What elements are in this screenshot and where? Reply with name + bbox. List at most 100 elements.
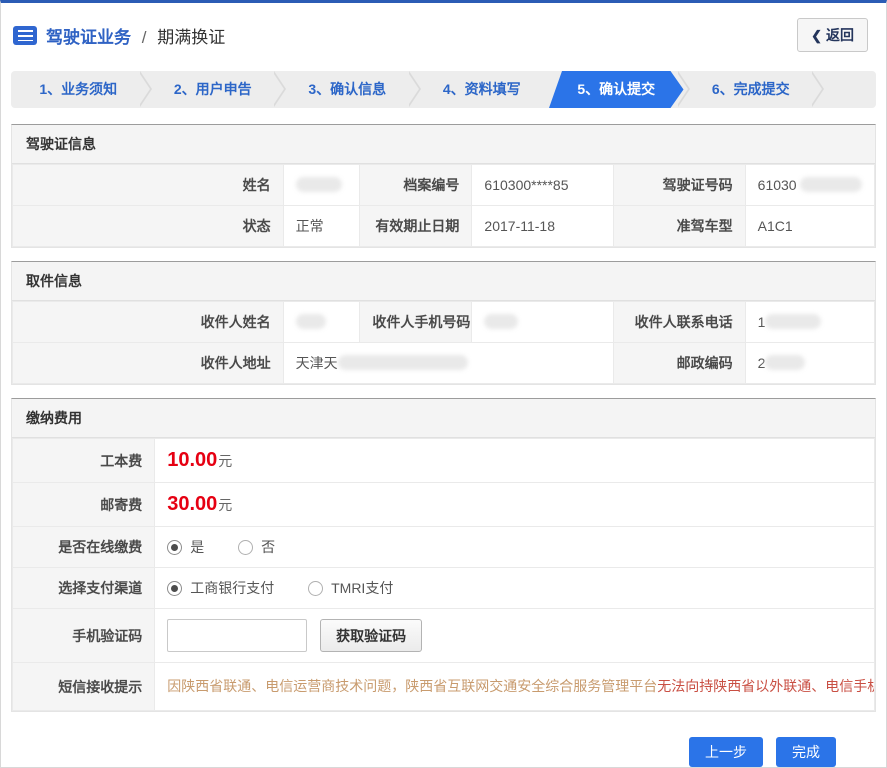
production-fee-amount: 10.00	[167, 449, 218, 471]
value-license-number: 61030	[744, 164, 876, 206]
step-wizard: 1、业务须知 2、用户申告 3、确认信息 4、资料填写 5、确认提交 6、完成提…	[11, 71, 876, 108]
radio-unselected-icon[interactable]	[238, 540, 254, 555]
redacted-value	[484, 314, 519, 329]
radio-label-tmri: TMRI支付	[331, 580, 394, 596]
sms-notice-part1: 因陕西省联通、电信运营商技术问题，陕西省互联网交通安全综合服务管理平台	[167, 678, 658, 694]
breadcrumb: 驾驶证业务 / 期满换证	[46, 23, 225, 48]
recipient-phone-visible: 1	[757, 314, 766, 330]
value-valid-until: 2017-11-18	[471, 205, 614, 247]
step-5-confirm-submit[interactable]: 5、确认提交	[549, 71, 684, 108]
redacted-value	[765, 355, 806, 370]
redacted-value	[337, 355, 468, 370]
radio-label-icbc: 工商银行支付	[190, 580, 275, 596]
label-sms-notice: 短信接收提示	[11, 662, 156, 711]
production-fee-unit: 元	[218, 453, 233, 469]
pickup-info-table: 收件人姓名 收件人手机号码 收件人联系电话 1 收件人地址 天津天 邮政编码 2	[12, 301, 876, 384]
label-recipient-address: 收件人地址	[12, 342, 284, 384]
label-name: 姓名	[12, 164, 284, 206]
value-online-payment: 是 否	[154, 526, 875, 568]
label-production-fee: 工本费	[11, 438, 156, 483]
step-6-complete-submit[interactable]: 6、完成提交	[675, 71, 819, 108]
radio-channel-tmri[interactable]: TMRI支付	[308, 580, 393, 596]
table-row: 是否在线缴费 是 否	[11, 526, 875, 568]
value-name	[282, 164, 361, 206]
radio-channel-icbc[interactable]: 工商银行支付	[167, 580, 274, 596]
table-row: 邮寄费 30.00元	[11, 482, 875, 527]
value-recipient-address: 天津天	[282, 342, 614, 384]
label-file-number: 档案编号	[359, 164, 473, 206]
recipient-address-visible: 天津天	[295, 355, 338, 371]
table-row: 收件人姓名 收件人手机号码 收件人联系电话 1	[12, 301, 876, 343]
label-mailing-fee: 邮寄费	[11, 482, 156, 527]
fees-table: 工本费 10.00元 邮寄费 30.00元 是否在线缴费 是 否 选择支付渠道	[11, 438, 875, 711]
value-payment-channel: 工商银行支付 TMRI支付	[154, 567, 875, 609]
license-number-visible: 61030	[757, 177, 797, 193]
table-row: 选择支付渠道 工商银行支付 TMRI支付	[11, 567, 875, 609]
radio-online-payment-yes[interactable]: 是	[167, 539, 204, 555]
value-recipient-phone: 1	[744, 301, 876, 343]
section-license-info: 驾驶证信息 姓名 档案编号 610300****85 驾驶证号码 61030 状…	[11, 124, 876, 248]
section-pickup-title: 取件信息	[12, 262, 875, 301]
value-recipient-name	[282, 301, 361, 343]
value-mailing-fee: 30.00元	[154, 482, 875, 527]
license-renewal-page: 驾驶证业务 / 期满换证 ❮ 返回 1、业务须知 2、用户申告 3、确认信息 4、…	[0, 0, 887, 768]
label-vehicle-class: 准驾车型	[612, 205, 746, 247]
breadcrumb-business: 驾驶证业务	[46, 27, 131, 47]
label-postal-code: 邮政编码	[612, 342, 746, 384]
table-row: 收件人地址 天津天 邮政编码 2	[12, 342, 876, 384]
table-row: 工本费 10.00元	[11, 438, 875, 483]
section-fees-title: 缴纳费用	[12, 399, 875, 438]
radio-unselected-icon[interactable]	[308, 581, 324, 596]
value-recipient-mobile	[471, 301, 614, 343]
radio-label-no: 否	[261, 539, 276, 555]
redacted-value	[800, 177, 863, 192]
redacted-value	[295, 314, 326, 329]
label-recipient-mobile: 收件人手机号码	[359, 301, 473, 343]
label-status: 状态	[12, 205, 284, 247]
finish-button[interactable]: 完成	[776, 737, 836, 767]
step-3-confirm-info[interactable]: 3、确认信息	[272, 71, 415, 108]
sms-notice-part2: 无法向持陕西省以外联通、电信手机号码的用户发送短信	[657, 678, 873, 694]
back-button-label: 返回	[826, 27, 854, 43]
section-fees: 缴纳费用 工本费 10.00元 邮寄费 30.00元 是否在线缴费 是 否 选择…	[11, 398, 876, 712]
label-valid-until: 有效期止日期	[359, 205, 473, 247]
verification-code-input[interactable]	[167, 619, 308, 652]
step-1-business-notice[interactable]: 1、业务须知	[11, 71, 146, 108]
mailing-fee-amount: 30.00	[167, 493, 218, 515]
value-vehicle-class: A1C1	[744, 205, 876, 247]
steps-filler	[810, 71, 876, 108]
footer-actions: 上一步 完成	[1, 725, 886, 767]
back-chevron-icon: ❮	[811, 28, 822, 43]
table-row: 短信接收提示 因陕西省联通、电信运营商技术问题，陕西省互联网交通安全综合服务管理…	[11, 662, 875, 711]
value-production-fee: 10.00元	[154, 438, 875, 483]
mailing-fee-unit: 元	[218, 497, 233, 513]
previous-step-button[interactable]: 上一步	[689, 737, 763, 767]
license-info-table: 姓名 档案编号 610300****85 驾驶证号码 61030 状态 正常 有…	[12, 164, 876, 247]
table-row: 状态 正常 有效期止日期 2017-11-18 准驾车型 A1C1	[12, 205, 876, 247]
radio-selected-icon[interactable]	[167, 581, 183, 596]
step-4-fill-data[interactable]: 4、资料填写	[406, 71, 550, 108]
label-payment-channel: 选择支付渠道	[11, 567, 156, 609]
section-pickup-info: 取件信息 收件人姓名 收件人手机号码 收件人联系电话 1 收件人地址 天津天 邮…	[11, 261, 876, 385]
redacted-value	[295, 177, 342, 192]
get-verification-code-button[interactable]: 获取验证码	[320, 619, 423, 652]
radio-online-payment-no[interactable]: 否	[238, 539, 275, 555]
redacted-value	[765, 314, 822, 329]
breadcrumb-current: 期满换证	[157, 27, 226, 47]
page-header: 驾驶证业务 / 期满换证 ❮ 返回	[1, 3, 886, 65]
label-online-payment: 是否在线缴费	[11, 526, 156, 568]
radio-label-yes: 是	[190, 539, 205, 555]
postal-code-visible: 2	[757, 355, 766, 371]
sms-notice-text: 因陕西省联通、电信运营商技术问题，陕西省互联网交通安全综合服务管理平台无法向持陕…	[154, 662, 875, 711]
step-2-user-declaration[interactable]: 2、用户申告	[137, 71, 281, 108]
radio-selected-icon[interactable]	[167, 540, 183, 555]
value-postal-code: 2	[744, 342, 876, 384]
license-business-icon	[13, 25, 37, 45]
value-status: 正常	[282, 205, 361, 247]
label-recipient-name: 收件人姓名	[12, 301, 284, 343]
back-button[interactable]: ❮ 返回	[797, 18, 868, 52]
label-verification-code: 手机验证码	[11, 608, 156, 663]
table-row: 手机验证码 获取验证码	[11, 608, 875, 663]
value-verification-code: 获取验证码	[154, 608, 875, 663]
table-row: 姓名 档案编号 610300****85 驾驶证号码 61030	[12, 164, 876, 206]
